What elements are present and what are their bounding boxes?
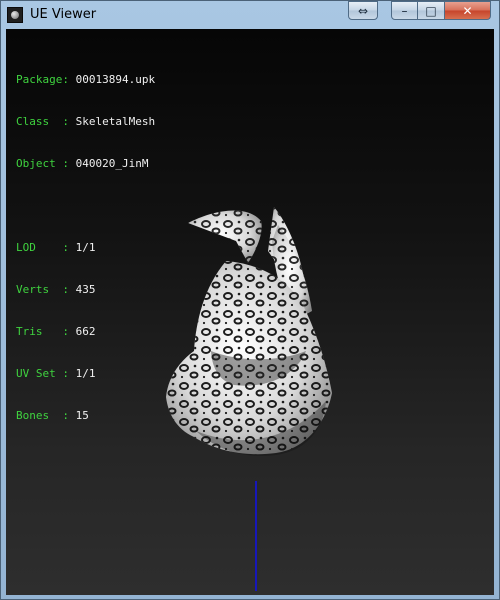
app-window: UE Viewer ⇔ – □ ✕ Package: 00013894.upk … — [0, 0, 500, 600]
info-row-package: Package: 00013894.upk — [16, 73, 155, 87]
info-label: UV Set : — [16, 367, 69, 380]
maximize-button[interactable]: □ — [418, 1, 445, 20]
info-label: LOD : — [16, 241, 69, 254]
window-title: UE Viewer — [30, 7, 97, 22]
info-value: SkeletalMesh — [75, 115, 156, 128]
minimize-button[interactable]: – — [391, 1, 418, 20]
info-label: Tris : — [16, 325, 69, 338]
close-icon: ✕ — [462, 3, 473, 18]
info-row-lod: LOD : 1/1 — [16, 241, 155, 255]
info-label: Verts : — [16, 283, 69, 296]
info-value: 1/1 — [75, 367, 96, 380]
swap-icon: ⇔ — [357, 3, 369, 18]
axis-line — [255, 481, 257, 591]
leopard-print-mesh[interactable] — [156, 201, 346, 461]
3d-viewport[interactable]: Package: 00013894.upk Class : SkeletalMe… — [6, 29, 494, 595]
mesh-info-panel: Package: 00013894.upk Class : SkeletalMe… — [16, 45, 155, 451]
info-value: 040020_JinM — [75, 157, 149, 170]
info-row-bones: Bones : 15 — [16, 409, 155, 423]
swap-button[interactable]: ⇔ — [348, 1, 378, 20]
info-row-verts: Verts : 435 — [16, 283, 155, 297]
info-label: Package: — [16, 73, 69, 86]
info-row-class: Class : SkeletalMesh — [16, 115, 155, 129]
info-label: Object : — [16, 157, 69, 170]
maximize-icon: □ — [425, 3, 437, 18]
info-value: 15 — [75, 409, 89, 422]
info-value: 435 — [75, 283, 96, 296]
info-row-uvset: UV Set : 1/1 — [16, 367, 155, 381]
info-row-tris: Tris : 662 — [16, 325, 155, 339]
close-button[interactable]: ✕ — [445, 1, 491, 20]
title-bar[interactable]: UE Viewer ⇔ – □ ✕ — [1, 1, 499, 29]
info-row-object: Object : 040020_JinM — [16, 157, 155, 171]
info-value: 00013894.upk — [75, 73, 156, 86]
info-label: Bones : — [16, 409, 69, 422]
info-label: Class : — [16, 115, 69, 128]
info-value: 662 — [75, 325, 96, 338]
info-value: 1/1 — [75, 241, 96, 254]
app-icon — [7, 7, 23, 23]
minimize-icon: – — [401, 3, 408, 18]
